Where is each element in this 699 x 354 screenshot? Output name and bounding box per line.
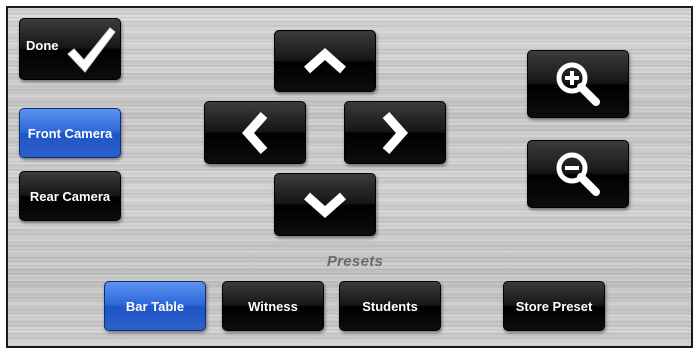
rear-camera-label: Rear Camera (29, 188, 111, 204)
chevron-down-icon (301, 190, 349, 220)
zoom-out-button[interactable] (527, 140, 629, 208)
front-camera-button[interactable]: Front Camera (19, 108, 121, 158)
zoom-in-button[interactable] (527, 50, 629, 118)
preset-bar-table-button[interactable]: Bar Table (104, 281, 206, 331)
preset-witness-button[interactable]: Witness (222, 281, 324, 331)
preset-students-button[interactable]: Students (339, 281, 441, 331)
tilt-down-button[interactable] (274, 173, 376, 236)
rear-camera-button[interactable]: Rear Camera (19, 171, 121, 221)
chevron-right-icon (378, 109, 412, 157)
zoom-in-icon (552, 58, 604, 110)
checkmark-icon (64, 24, 118, 76)
zoom-out-icon (552, 148, 604, 200)
chevron-up-icon (301, 46, 349, 76)
presets-title: Presets (326, 253, 384, 270)
preset-label: Witness (248, 298, 298, 314)
tilt-up-button[interactable] (274, 30, 376, 92)
pan-left-button[interactable] (204, 101, 306, 164)
chevron-left-icon (238, 109, 272, 157)
store-preset-label: Store Preset (515, 298, 593, 314)
pan-right-button[interactable] (344, 101, 446, 164)
done-button[interactable]: Done (19, 18, 121, 80)
store-preset-button[interactable]: Store Preset (503, 281, 605, 331)
preset-label: Students (362, 298, 418, 314)
preset-label: Bar Table (125, 298, 185, 314)
front-camera-label: Front Camera (27, 125, 113, 141)
done-button-label: Done (26, 37, 59, 53)
